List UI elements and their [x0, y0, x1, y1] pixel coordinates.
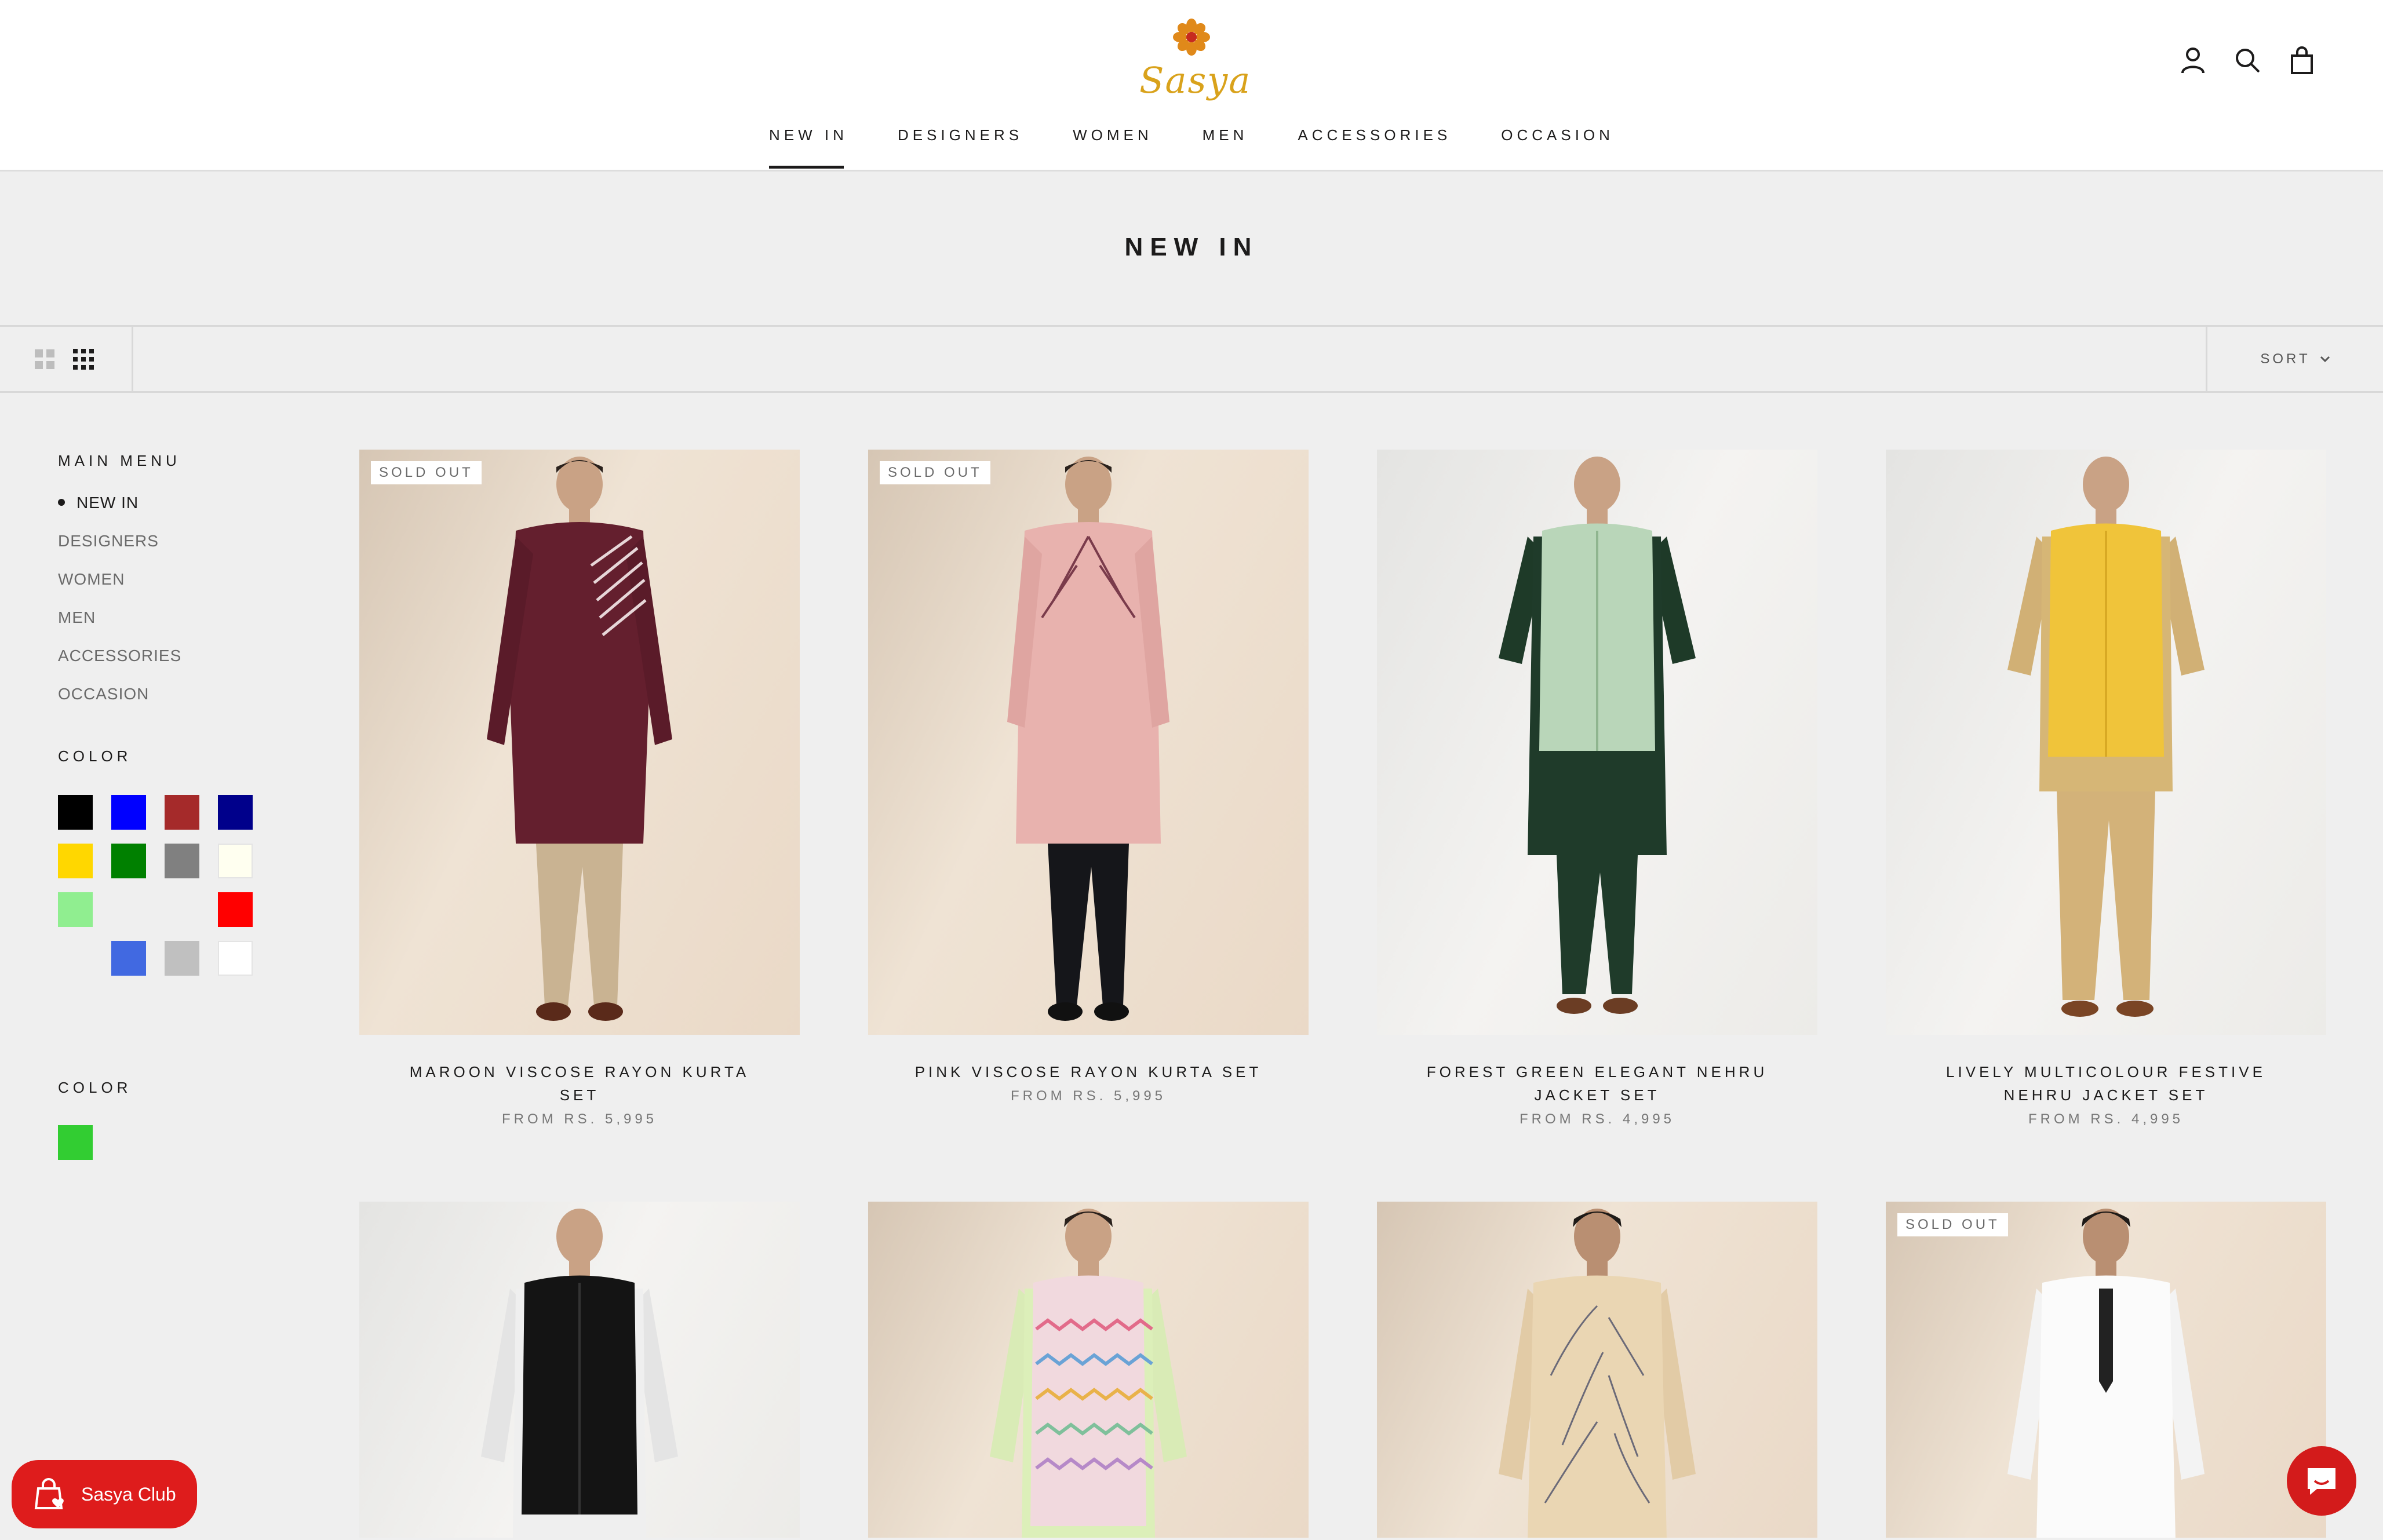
main-menu-heading: MAIN MENU	[58, 452, 181, 469]
model-figure	[1499, 457, 1696, 1014]
menu-item-women[interactable]: WOMEN	[58, 571, 290, 609]
color-swatch-light-green[interactable]	[58, 892, 93, 927]
color-swatch-grid	[58, 795, 255, 980]
product-image[interactable]: SOLD OUT	[868, 450, 1309, 1035]
active-dot-icon	[58, 499, 65, 506]
model-figure	[481, 1209, 678, 1538]
sort-button[interactable]: SORT	[2206, 327, 2383, 391]
header-actions	[2177, 44, 2318, 76]
nav-item-occasion[interactable]: OCCASION	[1501, 126, 1614, 169]
color-swatch-lime-green[interactable]	[58, 1125, 93, 1160]
search-icon[interactable]	[2231, 44, 2264, 76]
color-filter-heading-2: COLOR	[58, 1079, 132, 1096]
product-title[interactable]: PINK VISCOSE RAYON KURTA SET	[868, 1060, 1309, 1083]
product-image[interactable]	[1377, 1202, 1817, 1538]
product-card[interactable]: SOLD OUT MAROON VISCOSE RAYON KURTA SET …	[359, 450, 800, 1127]
model-figure	[1499, 1209, 1696, 1538]
product-card[interactable]: SOLD OUT PINK VISCOSE RAYON KURTA SET FR…	[868, 450, 1309, 1104]
shopping-bag-heart-icon	[34, 1478, 64, 1509]
model-figure	[2007, 457, 2205, 1017]
chevron-down-icon	[2320, 356, 2330, 362]
product-image[interactable]: SOLD OUT	[1886, 1202, 2326, 1538]
sasya-club-label: Sasya Club	[81, 1483, 176, 1505]
sold-out-badge: SOLD OUT	[880, 461, 990, 484]
model-figure	[2007, 1209, 2205, 1538]
product-image[interactable]	[1886, 450, 2326, 1035]
sold-out-badge: SOLD OUT	[1897, 1213, 2008, 1236]
page-title: NEW IN	[1124, 233, 1259, 261]
account-icon[interactable]	[2177, 44, 2209, 76]
product-image[interactable]: SOLD OUT	[359, 450, 800, 1035]
color-swatch-gold[interactable]	[58, 844, 93, 878]
menu-item-occasion[interactable]: OCCASION	[58, 685, 290, 724]
layout-switch	[0, 327, 133, 391]
product-title[interactable]: FOREST GREEN ELEGANT NEHRU JACKET SET	[1377, 1060, 1817, 1107]
menu-item-accessories[interactable]: ACCESSORIES	[58, 647, 290, 685]
product-image[interactable]	[359, 1202, 800, 1538]
color-swatch-white[interactable]	[218, 941, 253, 976]
menu-item-new-in[interactable]: NEW IN	[58, 494, 290, 532]
product-title[interactable]: MAROON VISCOSE RAYON KURTA SET	[359, 1060, 800, 1107]
sold-out-badge: SOLD OUT	[371, 461, 482, 484]
chat-button[interactable]	[2287, 1446, 2356, 1516]
brand-logo[interactable]: Sasya	[1139, 19, 1252, 105]
nav-item-women[interactable]: WOMEN	[1073, 126, 1153, 169]
model-figure	[990, 1209, 1187, 1538]
color-swatch-royal-blue[interactable]	[111, 941, 146, 976]
sasya-club-button[interactable]: Sasya Club	[12, 1460, 197, 1528]
color-swatch-red[interactable]	[218, 892, 253, 927]
nav-item-men[interactable]: MEN	[1203, 126, 1248, 169]
product-price: FROM RS. 5,995	[501, 1111, 658, 1127]
product-card[interactable]	[868, 1202, 1309, 1538]
flower-icon	[1173, 19, 1210, 56]
model-figure	[487, 457, 672, 1021]
nav-item-designers[interactable]: DESIGNERS	[898, 126, 1023, 169]
color-swatch-blue[interactable]	[111, 795, 146, 830]
menu-item-designers[interactable]: DESIGNERS	[58, 532, 290, 571]
sort-label: SORT	[2260, 351, 2311, 367]
grid-four-columns-icon[interactable]	[73, 348, 94, 370]
product-card[interactable]: LIVELY MULTICOLOUR FESTIVE NEHRU JACKET …	[1886, 450, 2326, 1127]
color-swatch-ivory[interactable]	[218, 844, 253, 878]
collection-toolbar: SORT	[0, 325, 2383, 393]
filter-sidebar: MAIN MENU NEW IN DESIGNERS WOMEN MEN ACC…	[58, 452, 290, 1160]
color-swatch-brown[interactable]	[165, 795, 199, 830]
color-filter-heading: COLOR	[58, 747, 132, 765]
product-price: FROM RS. 5,995	[1010, 1088, 1167, 1104]
color-swatch-grey[interactable]	[165, 844, 199, 878]
menu-item-men[interactable]: MEN	[58, 609, 290, 647]
cart-icon[interactable]	[2286, 44, 2318, 76]
product-image[interactable]	[1377, 450, 1817, 1035]
grid-two-columns-icon[interactable]	[35, 349, 54, 369]
product-image[interactable]	[868, 1202, 1309, 1538]
color-swatch-silver[interactable]	[165, 941, 199, 976]
product-title[interactable]: LIVELY MULTICOLOUR FESTIVE NEHRU JACKET …	[1886, 1060, 2326, 1107]
site-header: Sasya NEW IN DESIGNERS WOMEN MEN ACCESSO…	[0, 0, 2383, 171]
chat-icon	[2308, 1468, 2335, 1495]
nav-item-new-in[interactable]: NEW IN	[769, 126, 848, 169]
brand-name: Sasya	[1139, 59, 1252, 101]
product-card[interactable]: SOLD OUT	[1886, 1202, 2326, 1538]
color-swatch-black[interactable]	[58, 795, 93, 830]
product-card[interactable]: FOREST GREEN ELEGANT NEHRU JACKET SET FR…	[1377, 450, 1817, 1127]
main-menu-list: NEW IN DESIGNERS WOMEN MEN ACCESSORIES O…	[58, 494, 290, 724]
model-figure	[1007, 457, 1169, 1021]
nav-item-accessories[interactable]: ACCESSORIES	[1298, 126, 1451, 169]
color-swatch-navy[interactable]	[218, 795, 253, 830]
product-price: FROM RS. 4,995	[1519, 1111, 1675, 1127]
product-card[interactable]	[1377, 1202, 1817, 1538]
main-nav: NEW IN DESIGNERS WOMEN MEN ACCESSORIES O…	[0, 126, 2383, 169]
product-price: FROM RS. 4,995	[2028, 1111, 2184, 1127]
color-swatch-green[interactable]	[111, 844, 146, 878]
product-card[interactable]	[359, 1202, 800, 1538]
